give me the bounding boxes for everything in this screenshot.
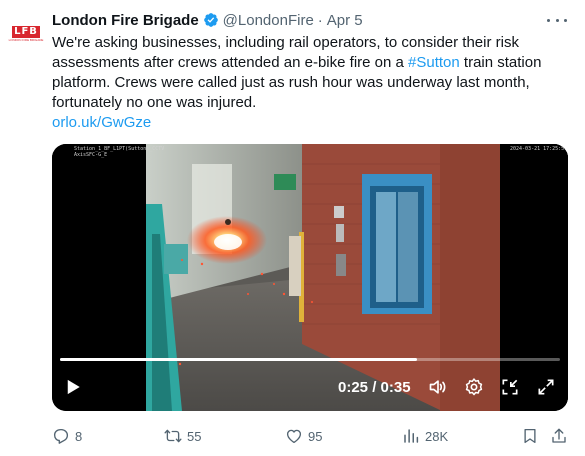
like-button[interactable]: 95 [285,426,322,446]
like-icon [286,429,302,444]
progress-fill [60,358,417,361]
views-icon [404,429,419,443]
repost-icon [164,429,182,443]
share-button[interactable] [550,426,573,446]
tweet-date[interactable]: Apr 5 [327,12,363,29]
cctv-overlay-right: 2024-03-21 17:25:51 [510,146,568,152]
tweet-text: We're asking businesses, including rail … [52,33,572,113]
bookmark-icon [524,428,536,444]
handle[interactable]: @LondonFire [223,12,314,29]
views-button[interactable]: 28K [402,426,448,446]
bookmark-button[interactable] [521,426,544,446]
volume-icon[interactable] [428,377,448,397]
cctv-overlay-left: Station_1_BF_L1PT(Sutton)_CCTV AxisSFC-G… [74,146,164,158]
reply-icon [53,428,69,444]
repost-count: 55 [187,428,202,444]
play-icon[interactable] [64,378,82,396]
reply-button[interactable]: 8 [52,426,82,446]
avatar-logo-text: LFB [12,26,40,38]
video-time: 0:25 / 0:35 [338,379,411,396]
tweet[interactable]: LFB LONDON FIRE BRIGADE London Fire Brig… [0,0,585,456]
repost-button[interactable]: 55 [164,426,201,446]
more-icon[interactable] [547,12,567,28]
like-count: 95 [308,428,323,444]
duration: 0:35 [380,379,411,396]
tweet-header: London Fire Brigade @LondonFire · Apr 5 [52,10,363,30]
cctv-overlay-line-2: AxisSFC-G_E [74,152,108,158]
fullscreen-icon[interactable] [536,377,556,397]
avatar-logo-subtext: LONDON FIRE BRIGADE [8,38,44,42]
display-name[interactable]: London Fire Brigade [52,12,199,29]
verified-icon [203,13,218,27]
video-controls: 0:25 / 0:35 [52,370,568,404]
time-separator: / [368,379,381,396]
tweet-link[interactable]: orlo.uk/GwGze [52,113,151,133]
action-bar: 8 55 95 28K [52,426,572,446]
view-count: 28K [425,428,449,444]
hashtag-link[interactable]: #Sutton [408,54,460,71]
avatar[interactable]: LFB LONDON FIRE BRIGADE [6,14,46,54]
progress-bar[interactable] [60,358,560,361]
share-icon [552,428,566,443]
separator-dot: · [317,11,323,29]
video-player[interactable]: Station_1_BF_L1PT(Sutton)_CCTV AxisSFC-G… [52,144,568,411]
pip-icon[interactable] [500,377,520,397]
current-time: 0:25 [338,379,369,396]
settings-icon[interactable] [464,377,484,397]
reply-count: 8 [75,428,83,444]
